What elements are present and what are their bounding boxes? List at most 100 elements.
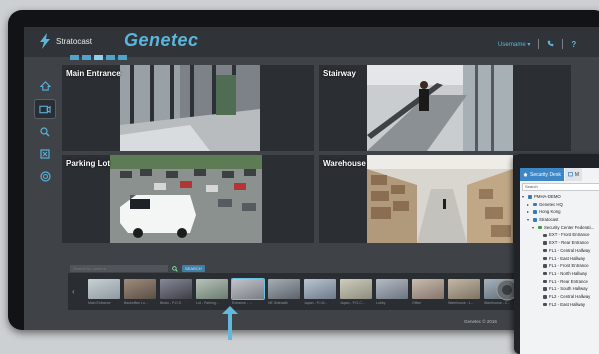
tree-item[interactable]: EXT - Front Entrance xyxy=(522,231,594,239)
video-tile[interactable]: Parking Lot xyxy=(62,155,314,243)
camera-icon xyxy=(543,287,547,291)
app-logo[interactable]: Stratocast xyxy=(38,33,92,49)
tree-item[interactable]: FL1 - East Hallway xyxy=(522,255,594,263)
chevron-right-icon[interactable]: ▸ xyxy=(527,208,531,216)
camera-icon xyxy=(543,233,547,238)
home-icon xyxy=(39,81,51,91)
tab-monitoring[interactable]: M xyxy=(564,168,583,181)
divider xyxy=(538,39,540,49)
entity-tree: ▾ PMHA-DEMO ▸ Genetec HQ ▸ Hong Kong ▾ Stratoca… xyxy=(522,193,594,308)
nav-settings[interactable] xyxy=(34,167,56,185)
scroll-left-icon[interactable]: ‹ xyxy=(72,287,75,296)
thumbnail-caption: Main Entrance xyxy=(88,301,111,305)
camera-thumbnail[interactable]: Warehouse - L... xyxy=(448,279,480,305)
chevron-down-icon[interactable]: ▾ xyxy=(532,224,536,232)
stratocast-logo-icon xyxy=(40,33,50,49)
nav-cameras[interactable] xyxy=(34,99,56,119)
user-menu[interactable]: Username ▾ xyxy=(498,41,530,48)
camera-thumbnail[interactable]: Main Entrance xyxy=(88,279,120,305)
search-icon xyxy=(40,127,50,137)
tree-item-label: Hong Kong xyxy=(539,209,561,215)
tree-item[interactable]: ▾ PMHA-DEMO xyxy=(522,193,594,201)
tree-item[interactable]: FL1 - South Hallway xyxy=(522,285,594,293)
camera-icon xyxy=(543,248,547,253)
sidebar xyxy=(34,77,56,189)
layout-3x3-button[interactable] xyxy=(106,55,115,60)
camera-thumbnail[interactable]: Lot - Parking... xyxy=(196,279,228,305)
search-button[interactable]: SEARCH xyxy=(182,264,205,272)
security-desk-tabs: Security Desk M xyxy=(520,168,599,181)
settings-icon xyxy=(39,170,51,182)
tree-item-label: EXT - Rear Entrance xyxy=(549,240,589,246)
layout-1x1-button[interactable] xyxy=(70,55,79,60)
tree-item[interactable]: ▸ Hong Kong xyxy=(522,208,594,216)
tree-item[interactable]: FL1 - Front Entrance xyxy=(522,262,594,270)
thumbnail-caption: Backoffice Lo... xyxy=(124,301,148,305)
help-button[interactable]: ? xyxy=(571,40,576,49)
footer-copyright: Genetec © 2016 xyxy=(464,319,497,324)
thumbnail-caption: Office xyxy=(412,301,422,305)
tree-item-label: FL1 - Rear Entrance xyxy=(549,278,588,284)
tile-label: Stairway xyxy=(323,69,356,78)
video-tile[interactable]: Main Entrance xyxy=(62,65,314,151)
tile-label: Main Entrance xyxy=(66,69,121,78)
tree-item[interactable]: FL2 - Central Hallway xyxy=(522,293,594,301)
video-feed-parking-lot xyxy=(110,155,262,243)
tab-security-desk[interactable]: Security Desk xyxy=(520,168,564,181)
camera-thumbnail[interactable]: Bistro - P.O.S. xyxy=(160,279,192,305)
tree-item[interactable]: ▾ Stratocast xyxy=(522,216,594,224)
phone-icon[interactable] xyxy=(547,40,554,49)
video-feed-stairway xyxy=(367,65,513,151)
system-icon xyxy=(528,195,532,199)
tree-item-label: FL2 - East Hallway xyxy=(549,301,586,307)
security-desk-screen: Security Desk M Search ▾ PMHA-DEMO ▸ Genete… xyxy=(520,168,599,354)
camera-thumbnail[interactable]: Lobby xyxy=(376,279,408,305)
thumbnail-caption: Entrance - ... xyxy=(232,301,253,305)
thumbnail-strip: ‹ Main Entrance Backoffice Lo... Bistro - … xyxy=(68,273,526,310)
layout-4x4-button[interactable] xyxy=(118,55,127,60)
nav-export[interactable] xyxy=(34,145,56,163)
tree-item[interactable]: ▸ Genetec HQ xyxy=(522,201,594,209)
tree-item[interactable]: ▾ Security Center Federati... xyxy=(522,224,594,232)
layout-2x1-button[interactable] xyxy=(82,55,91,60)
tablet-frame: Stratocast Genetec Username ▾ ? Main Ent… xyxy=(8,10,599,330)
camera-thumbnail[interactable]: Japan - P.O.C... xyxy=(340,279,372,305)
video-feed-warehouse xyxy=(367,155,513,243)
tree-item[interactable]: FL1 - North Hallway xyxy=(522,270,594,278)
site-icon xyxy=(533,202,537,207)
tree-item-label: Stratocast xyxy=(539,217,559,223)
camera-thumbnail[interactable]: Office xyxy=(412,279,444,305)
camera-thumbnail[interactable]: NE Sidewalk xyxy=(268,279,300,305)
thumbnail-caption: Japan - P.O.C... xyxy=(340,301,365,305)
chevron-right-icon[interactable]: ▸ xyxy=(527,201,531,209)
camera-icon xyxy=(543,302,547,307)
tree-item[interactable]: EXT - Rear Entrance xyxy=(522,239,594,247)
tree-item-label: FL1 - East Hallway xyxy=(549,255,586,261)
tile-label: Parking Lot xyxy=(66,159,111,168)
camera-thumbnail[interactable]: Backoffice Lo... xyxy=(124,279,156,305)
chevron-down-icon[interactable]: ▾ xyxy=(527,216,531,224)
camera-search-input[interactable] xyxy=(70,264,168,272)
app-screen: Stratocast Genetec Username ▾ ? Main Ent… xyxy=(24,27,599,330)
camera-icon xyxy=(543,264,547,268)
tree-item-label: EXT - Front Entrance xyxy=(549,232,590,238)
tree-search-input[interactable]: Search xyxy=(522,183,599,191)
camera-icon xyxy=(543,241,547,245)
camera-thumbnail[interactable]: Japan - P.I.M... xyxy=(304,279,336,305)
camera-thumbnail[interactable]: Entrance - ... xyxy=(232,279,264,305)
thumbnail-caption: Lot - Parking... xyxy=(196,301,219,305)
camera-icon xyxy=(543,271,547,276)
tree-item[interactable]: FL2 - East Hallway xyxy=(522,301,594,309)
nav-home[interactable] xyxy=(34,77,56,95)
app-name: Stratocast xyxy=(56,36,93,46)
tree-item[interactable]: FL1 - Central Hallway xyxy=(522,247,594,255)
tree-item[interactable]: FL1 - Rear Entrance xyxy=(522,278,594,286)
top-bar: Stratocast Genetec Username ▾ ? xyxy=(24,27,599,57)
thumbnail-caption: Bistro - P.O.S. xyxy=(160,301,182,305)
chevron-down-icon[interactable]: ▾ xyxy=(522,193,526,201)
video-tile[interactable]: Stairway xyxy=(319,65,571,151)
thumbnail-caption: Lobby xyxy=(376,301,386,305)
nav-search[interactable] xyxy=(34,123,56,141)
camera-icon xyxy=(543,279,547,284)
layout-2x2-button[interactable] xyxy=(94,55,103,60)
